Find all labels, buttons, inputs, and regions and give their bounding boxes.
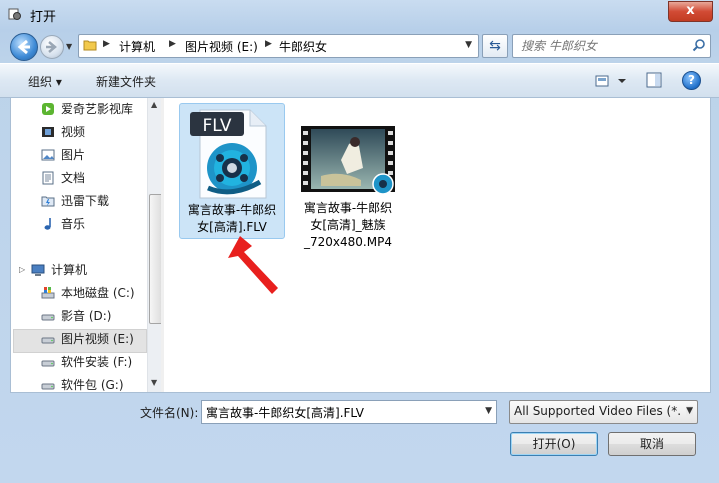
annotation-arrow-icon (228, 236, 278, 294)
video-library-icon (42, 127, 54, 137)
sidebar-item-videos[interactable]: 视频 (11, 121, 159, 143)
sidebar-item-drive-g[interactable]: 软件包 (G:) (11, 374, 159, 392)
sidebar-item-label: 软件安装 (F:) (61, 355, 133, 369)
sidebar-item-drive-c[interactable]: 本地磁盘 (C:) (11, 282, 159, 304)
close-icon: x (686, 3, 695, 18)
sidebar-item-label: 图片视频 (E:) (61, 332, 134, 346)
refresh-icon: ⇆ (489, 38, 501, 54)
music-library-icon (44, 218, 51, 230)
sidebar-item-drive-d[interactable]: 影音 (D:) (11, 305, 159, 327)
sidebar-item-pictures[interactable]: 图片 (11, 144, 159, 166)
navigation-pane: 爱奇艺影视库 视频 图片 文档 迅雷下载 音乐 ▷ 计算机 本地磁盘 (C:) … (11, 98, 159, 392)
sidebar-item-label: 爱奇艺影视库 (61, 102, 134, 116)
sidebar-item-label: 文档 (61, 171, 86, 185)
arrow-right-icon (46, 41, 57, 53)
window-title: 打开 (30, 10, 57, 25)
sidebar-item-label: 视频 (61, 125, 86, 139)
expand-chevron-icon[interactable]: ▷ (19, 259, 25, 281)
file-item-mp4[interactable]: 寓言故事-牛郎织 女[高清]_魅族 _720x480.MP4 (293, 122, 403, 252)
pictures-library-icon (41, 149, 55, 161)
file-type-value: All Supported Video Files (*. (514, 404, 682, 418)
change-view-icon[interactable] (594, 73, 630, 89)
help-icon: ? (688, 73, 695, 87)
sidebar-item-drive-f[interactable]: 软件安装 (F:) (11, 351, 159, 373)
preview-pane-icon[interactable] (646, 72, 662, 88)
file-name-line: 寓言故事-牛郎织 (303, 201, 393, 215)
thunder-download-icon (41, 196, 55, 207)
file-item-flv[interactable]: FLV 寓言故事-牛郎织 女[高清].FLV (179, 103, 285, 239)
address-bar[interactable]: ▶ 计算机 ▶ 图片视频 (E:) ▶ 牛郎织女 ▼ (78, 34, 479, 58)
computer-icon (31, 264, 45, 276)
arrow-left-icon (17, 39, 30, 55)
help-button[interactable]: ? (682, 71, 701, 90)
flv-file-icon: FLV (190, 109, 267, 199)
system-drive-icon (41, 287, 55, 299)
chevron-down-icon[interactable]: ▼ (686, 406, 693, 416)
file-name-line: _720x480.MP4 (304, 235, 392, 249)
sidebar-item-label: 计算机 (51, 263, 88, 277)
search-box[interactable] (512, 34, 711, 58)
drive-icon (41, 383, 55, 390)
search-input[interactable] (521, 35, 681, 57)
sidebar-item-label: 图片 (61, 148, 86, 162)
close-button[interactable]: x (668, 1, 713, 22)
iqiyi-icon (42, 103, 54, 115)
sidebar-item-documents[interactable]: 文档 (11, 167, 159, 189)
command-toolbar: 组织 ▾ 新建文件夹 ? (0, 63, 719, 98)
sidebar-item-label: 音乐 (61, 217, 86, 231)
documents-library-icon (42, 171, 54, 185)
sidebar-item-label: 影音 (D:) (61, 309, 112, 323)
address-dropdown-icon[interactable]: ▼ (465, 40, 472, 50)
drive-icon (41, 360, 55, 367)
sidebar-item-label: 本地磁盘 (C:) (61, 286, 135, 300)
breadcrumb-chevron-icon[interactable]: ▶ (169, 39, 176, 49)
file-name-line: 女[高清]_魅族 (310, 218, 386, 232)
scroll-up-icon[interactable]: ▲ (151, 100, 157, 109)
file-type-select[interactable]: All Supported Video Files (*. ▼ (509, 400, 698, 424)
breadcrumb-folder[interactable]: 牛郎织女 (279, 38, 327, 55)
file-name-label: 文件名(N): (140, 406, 199, 420)
search-icon (692, 39, 705, 52)
file-name-combobox[interactable]: ▼ (201, 400, 497, 424)
scroll-down-icon[interactable]: ▼ (151, 378, 157, 387)
mp4-video-thumbnail-icon (301, 126, 395, 195)
open-button[interactable]: 打开(O) (510, 432, 598, 456)
recent-pages-dropdown[interactable]: ▼ (66, 42, 72, 51)
app-icon (8, 8, 21, 20)
refresh-button[interactable]: ⇆ (482, 34, 508, 58)
flv-badge: FLV (202, 116, 231, 136)
sidebar-item-computer[interactable]: ▷ 计算机 (11, 259, 159, 281)
breadcrumb-drive[interactable]: 图片视频 (E:) (185, 38, 258, 55)
forward-button[interactable] (40, 35, 64, 59)
sidebar-item-drive-e[interactable]: 图片视频 (E:) (11, 328, 159, 350)
sidebar-item-thunder[interactable]: 迅雷下载 (11, 190, 159, 212)
new-folder-button[interactable]: 新建文件夹 (96, 73, 156, 90)
open-file-dialog: 打开 x ▼ ▶ 计算机 ▶ 图片视频 (E:) ▶ 牛郎织女 ▼ ⇆ 组织 ▾… (0, 0, 719, 483)
back-button[interactable] (10, 33, 38, 61)
chevron-down-icon[interactable]: ▼ (485, 406, 492, 416)
folder-icon (83, 40, 97, 51)
content-area: 爱奇艺影视库 视频 图片 文档 迅雷下载 音乐 ▷ 计算机 本地磁盘 (C:) … (10, 97, 711, 393)
title-bar: 打开 x (0, 0, 719, 28)
pane-splitter[interactable] (161, 98, 164, 392)
organize-button[interactable]: 组织 ▾ (28, 73, 62, 90)
sidebar-item-iqiyi[interactable]: 爱奇艺影视库 (11, 98, 159, 120)
sidebar-item-label: 迅雷下载 (61, 194, 110, 208)
breadcrumb-computer[interactable]: 计算机 (119, 38, 155, 55)
drive-icon (41, 337, 55, 344)
breadcrumb-chevron-icon[interactable]: ▶ (103, 39, 110, 49)
sidebar-item-label: 软件包 (G:) (61, 378, 124, 392)
file-name-input[interactable] (206, 401, 476, 423)
cancel-button[interactable]: 取消 (608, 432, 696, 456)
file-name-line: 寓言故事-牛郎织 (187, 203, 277, 217)
drive-icon (41, 314, 55, 321)
sidebar-item-music[interactable]: 音乐 (11, 213, 159, 235)
breadcrumb-chevron-icon[interactable]: ▶ (265, 39, 272, 49)
